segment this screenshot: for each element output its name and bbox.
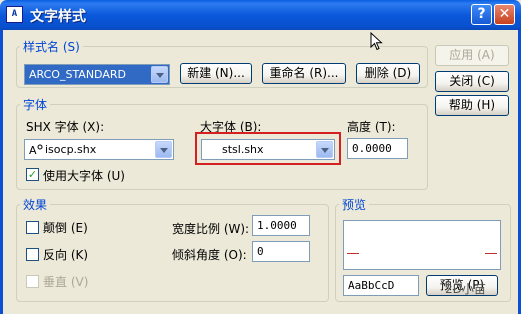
oblique-angle-input[interactable]: 0 xyxy=(252,241,310,262)
apply-button[interactable]: 应用 (A) xyxy=(435,45,509,66)
chevron-down-icon[interactable] xyxy=(151,66,168,83)
preview-group-label: 预览 xyxy=(339,196,370,213)
vertical-checkbox[interactable] xyxy=(26,275,39,288)
preview-baseline-left xyxy=(347,253,359,254)
autocad-app-icon: A xyxy=(6,6,23,23)
upside-down-label: 颠倒 (E) xyxy=(43,221,88,235)
preview-baseline-right xyxy=(485,253,497,254)
height-label: 高度 (T): xyxy=(347,120,396,134)
upside-down-checkbox[interactable] xyxy=(26,221,39,234)
shx-font-value: isocp.shx xyxy=(45,143,97,156)
style-name-value: ARCO_STANDARD xyxy=(29,68,126,81)
window-title: 文字样式 xyxy=(30,9,86,25)
bigfont-dropdown[interactable]: stsl.shx xyxy=(201,139,335,160)
use-bigfont-checkbox[interactable]: ✓ xyxy=(26,168,39,181)
svg-text:A: A xyxy=(29,144,37,157)
width-factor-label: 宽度比例 (W): xyxy=(172,222,250,236)
font-group-label: 字体 xyxy=(20,96,51,113)
shx-font-icon: A xyxy=(29,144,43,157)
preview-canvas xyxy=(343,220,501,270)
use-bigfont-label: 使用大字体 (U) xyxy=(43,169,125,183)
mouse-cursor-icon xyxy=(370,32,383,51)
effects-group-label: 效果 xyxy=(20,196,51,213)
window-border-left xyxy=(0,30,3,314)
shx-font-label: SHX 字体 (X): xyxy=(26,120,105,134)
chevron-down-icon[interactable] xyxy=(155,141,172,158)
width-factor-input[interactable]: 1.0000 xyxy=(252,215,310,236)
oblique-angle-label: 倾斜角度 (O): xyxy=(172,248,247,262)
height-input[interactable]: 0.0000 xyxy=(347,138,408,159)
style-name-group-label: 样式名 (S) xyxy=(20,38,83,55)
rename-style-button[interactable]: 重命名 (R)... xyxy=(262,63,346,84)
bigfont-value: stsl.shx xyxy=(222,143,264,156)
title-bar: A 文字样式 ? ✕ xyxy=(0,0,521,30)
backwards-checkbox[interactable] xyxy=(26,248,39,261)
title-close-button[interactable]: ✕ xyxy=(494,4,515,25)
close-button[interactable]: 关闭 (C) xyxy=(435,71,509,92)
shx-font-dropdown[interactable]: isocp.shx A xyxy=(24,139,174,160)
vertical-label: 垂直 (V) xyxy=(43,275,89,289)
preview-text-input[interactable]: AaBbCcD xyxy=(343,275,419,296)
style-name-dropdown[interactable]: ARCO_STANDARD xyxy=(24,64,170,85)
chevron-down-icon[interactable] xyxy=(316,141,333,158)
help-button[interactable]: 帮助 (H) xyxy=(435,95,509,116)
watermark-text: 2D小苗 xyxy=(445,282,486,296)
backwards-label: 反向 (K) xyxy=(43,248,89,262)
new-style-button[interactable]: 新建 (N)... xyxy=(180,63,252,84)
delete-style-button[interactable]: 删除 (D) xyxy=(356,63,420,84)
title-help-button[interactable]: ? xyxy=(471,4,492,25)
